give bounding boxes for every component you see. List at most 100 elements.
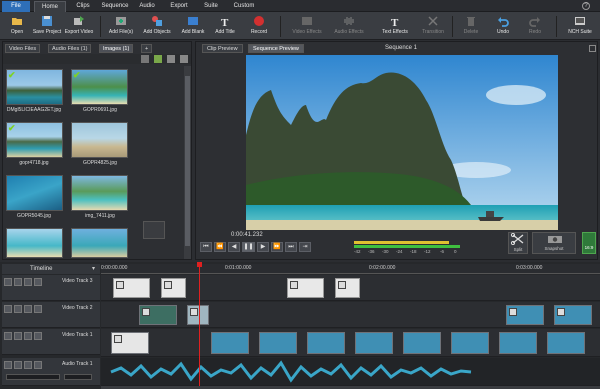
clip[interactable] xyxy=(499,332,537,354)
clip[interactable] xyxy=(161,278,186,298)
clip[interactable] xyxy=(307,332,345,354)
pause-button[interactable]: ❚❚ xyxy=(242,242,255,252)
clip[interactable] xyxy=(547,332,585,354)
effects-button[interactable] xyxy=(34,305,42,313)
snapshot-button[interactable]: Snapshot xyxy=(532,232,576,254)
delete-button[interactable]: Delete xyxy=(456,14,486,39)
menu-file[interactable]: File xyxy=(2,1,30,12)
tab-clip-preview[interactable]: Clip Preview xyxy=(202,44,243,53)
grid-view-icon[interactable] xyxy=(180,55,188,63)
add-tab-button[interactable]: + xyxy=(141,44,153,53)
audio-effects-button[interactable]: Audio Effects xyxy=(334,14,364,39)
thumbnail-image[interactable]: ✔ xyxy=(6,122,63,158)
menu-sequence[interactable]: Sequence xyxy=(98,1,132,12)
undo-button[interactable]: Undo xyxy=(488,14,518,39)
visibility-button[interactable] xyxy=(14,332,22,340)
help-icon[interactable]: ? xyxy=(582,2,590,10)
export-video-button[interactable]: Export Video xyxy=(64,14,94,39)
step-back-button[interactable]: ◀ xyxy=(228,242,240,252)
clip[interactable] xyxy=(451,332,489,354)
mute-button[interactable] xyxy=(4,278,12,286)
thumbnail-image[interactable]: ✔ xyxy=(71,69,128,105)
add-blank-button[interactable]: Add Blank xyxy=(178,14,208,39)
clip[interactable] xyxy=(259,332,297,354)
effects-button[interactable] xyxy=(34,332,42,340)
prev-frame-button[interactable]: ⏪ xyxy=(214,242,226,252)
thumbnail-image[interactable] xyxy=(71,122,128,158)
scrollbar-thumb[interactable] xyxy=(185,76,190,246)
clip[interactable] xyxy=(335,278,360,298)
detach-icon[interactable] xyxy=(589,45,596,52)
effects-button[interactable] xyxy=(34,361,42,369)
menu-clips[interactable]: Clips xyxy=(70,1,96,12)
library-scrollbar[interactable] xyxy=(184,66,191,259)
meter-bar-left xyxy=(354,241,449,244)
effects-button[interactable] xyxy=(34,278,42,286)
aspect-ratio-button[interactable]: 16:9 xyxy=(582,232,596,254)
redo-button[interactable]: Redo xyxy=(520,14,550,39)
add-title-button[interactable]: T Add Title xyxy=(210,14,240,39)
transition-button[interactable]: Transition xyxy=(418,14,448,39)
next-frame-button[interactable]: ⏩ xyxy=(271,242,283,252)
lock-button[interactable] xyxy=(24,278,32,286)
thumbnail-image[interactable] xyxy=(6,228,63,258)
clip[interactable] xyxy=(113,278,150,298)
lock-button[interactable] xyxy=(24,305,32,313)
preview-frame[interactable] xyxy=(246,55,558,230)
lock-button[interactable] xyxy=(24,361,32,369)
thumbnail-image[interactable] xyxy=(6,175,63,211)
add-files-button[interactable]: Add File(s) xyxy=(106,14,136,39)
preview-image xyxy=(246,55,558,230)
open-button[interactable]: Open xyxy=(2,14,32,39)
loop-button[interactable]: ⇥ xyxy=(299,242,311,252)
list-view-icon[interactable] xyxy=(167,55,175,63)
mute-button[interactable] xyxy=(4,305,12,313)
image-placeholder-icon xyxy=(143,221,165,239)
volume-slider[interactable] xyxy=(6,374,60,380)
clip[interactable] xyxy=(139,305,177,325)
visibility-button[interactable] xyxy=(14,278,22,286)
step-forward-button[interactable]: ▶ xyxy=(257,242,269,252)
tab-sequence-preview[interactable]: Sequence Preview xyxy=(248,44,304,53)
split-button[interactable]: Split xyxy=(508,232,528,254)
thumbnail-image[interactable]: ✔ xyxy=(6,69,63,105)
visibility-button[interactable] xyxy=(14,305,22,313)
thumbnail-image[interactable] xyxy=(71,228,128,258)
pan-slider[interactable] xyxy=(64,374,92,380)
solo-button[interactable] xyxy=(14,361,22,369)
playhead-line[interactable] xyxy=(199,264,200,386)
go-start-button[interactable]: ⏮ xyxy=(200,242,212,252)
tab-video-files[interactable]: Video Files xyxy=(5,44,41,53)
menu-suite[interactable]: Suite xyxy=(198,1,224,12)
clip[interactable] xyxy=(111,332,149,354)
tab-images[interactable]: Images (1) xyxy=(99,44,134,53)
folder-icon[interactable] xyxy=(154,55,162,63)
go-end-button[interactable]: ⏭ xyxy=(285,242,297,252)
save-project-button[interactable]: Save Project xyxy=(32,14,62,39)
clip[interactable] xyxy=(287,278,324,298)
nch-suite-button[interactable]: NCH Suite xyxy=(563,14,597,39)
video-effects-button[interactable]: Video Effects xyxy=(292,14,322,39)
library-toolbar xyxy=(3,54,191,64)
trash-icon[interactable] xyxy=(141,55,149,63)
menu-custom[interactable]: Custom xyxy=(228,1,260,12)
clip[interactable] xyxy=(355,332,393,354)
lock-button[interactable] xyxy=(24,332,32,340)
menu-audio[interactable]: Audio xyxy=(134,1,160,12)
thumbnail-image[interactable] xyxy=(71,175,128,211)
clip[interactable] xyxy=(211,332,249,354)
record-button[interactable]: Record xyxy=(244,14,274,39)
clip[interactable] xyxy=(187,305,209,325)
clip[interactable] xyxy=(506,305,544,325)
mute-button[interactable] xyxy=(4,332,12,340)
clip[interactable] xyxy=(403,332,441,354)
tab-audio-files[interactable]: Audio Files (1) xyxy=(48,44,92,53)
menu-home[interactable]: Home xyxy=(34,1,66,12)
chevron-down-icon[interactable]: ▾ xyxy=(92,265,95,272)
text-effects-button[interactable]: T Text Effects xyxy=(380,14,410,39)
clip[interactable] xyxy=(554,305,592,325)
mute-button[interactable] xyxy=(4,361,12,369)
menu-export[interactable]: Export xyxy=(164,1,194,12)
timeline-ruler[interactable]: 0:00:00.000 0:01:00.000 0:02:00.000 0:03… xyxy=(101,264,600,274)
add-objects-button[interactable]: Add Objects xyxy=(142,14,172,39)
